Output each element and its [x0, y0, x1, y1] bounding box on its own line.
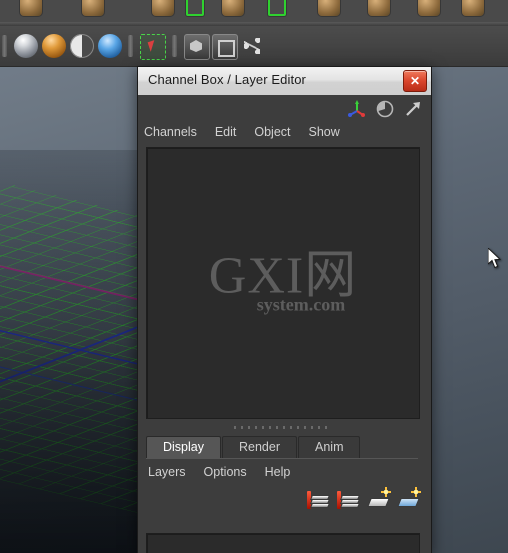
shelf-icon[interactable] [368, 0, 390, 16]
shelf-strip[interactable] [0, 0, 508, 22]
window-title: Channel Box / Layer Editor [148, 72, 306, 87]
layer-toolbar[interactable] [307, 487, 421, 509]
cube-shaded-icon[interactable] [184, 34, 210, 60]
tab-display[interactable]: Display [146, 436, 221, 458]
panel-splitter[interactable] [146, 423, 418, 433]
tab-underline [146, 458, 418, 459]
layer-stack-icon [309, 495, 331, 508]
arrow-up-right-icon[interactable] [403, 99, 423, 119]
shelf-icon[interactable] [318, 0, 340, 16]
sparkle-icon [381, 487, 391, 497]
tab-render[interactable]: Render [222, 436, 297, 458]
cube-wireframe-icon[interactable] [212, 34, 238, 60]
menu-options[interactable]: Options [204, 465, 247, 479]
layer-editor-tabs[interactable]: Display Render Anim [146, 436, 361, 458]
toolbar-drag-handle[interactable] [172, 35, 177, 57]
layer-stack-icon [339, 495, 361, 508]
create-layer-from-selected-icon[interactable] [337, 487, 361, 509]
material-blue-sphere-icon[interactable] [98, 34, 122, 58]
axis-gizmo-icon[interactable] [347, 99, 367, 119]
menu-channels[interactable]: Channels [144, 125, 197, 139]
splitter-grip-icon [234, 426, 330, 429]
close-icon: ✕ [409, 74, 421, 88]
layer-sheet-icon [367, 498, 390, 507]
menu-edit[interactable]: Edit [215, 125, 237, 139]
channel-box-list[interactable]: GXI网 system.com [146, 147, 420, 419]
clock-icon[interactable] [375, 99, 395, 119]
menu-layers[interactable]: Layers [148, 465, 186, 479]
window-body: Channels Edit Object Show GXI网 system.co… [138, 95, 431, 553]
shelf-icon-selected[interactable] [186, 0, 204, 16]
node-graph-icon[interactable] [240, 34, 264, 58]
viewport-shading [0, 150, 150, 553]
menu-object[interactable]: Object [254, 125, 290, 139]
layer-sheet-blue-icon [397, 498, 420, 507]
tab-anim[interactable]: Anim [298, 436, 361, 458]
shelf-icon[interactable] [152, 0, 174, 16]
marquee-select-icon[interactable] [140, 34, 166, 60]
window-titlebar[interactable]: Channel Box / Layer Editor ✕ [138, 67, 431, 96]
material-chrome-sphere-icon[interactable] [14, 34, 38, 58]
shelf-icon[interactable] [418, 0, 440, 16]
material-copper-sphere-icon[interactable] [42, 34, 66, 58]
channel-box-menubar[interactable]: Channels Edit Object Show [144, 125, 340, 139]
sparkle-icon [411, 487, 421, 497]
toolbar-drag-handle[interactable] [128, 35, 133, 57]
new-layer-highlight-icon[interactable] [367, 487, 391, 509]
shelf-icon[interactable] [20, 0, 42, 16]
shelf-icon[interactable] [462, 0, 484, 16]
watermark: GXI网 system.com [208, 247, 358, 316]
menu-show[interactable]: Show [309, 125, 340, 139]
watermark-sub: system.com [256, 294, 346, 315]
shelf-icon[interactable] [82, 0, 104, 16]
layer-list[interactable] [146, 533, 420, 553]
new-layer-blue-highlight-icon[interactable] [397, 487, 421, 509]
app-root: Channel Box / Layer Editor ✕ Channels Ed… [0, 0, 508, 553]
close-button[interactable]: ✕ [403, 70, 427, 92]
toolbar-drag-handle[interactable] [2, 35, 7, 57]
layer-editor-menubar[interactable]: Layers Options Help [148, 465, 290, 479]
create-empty-layer-icon[interactable] [307, 487, 331, 509]
channel-box-icon-row[interactable] [347, 99, 423, 119]
material-half-shaded-icon[interactable] [70, 34, 94, 58]
status-line-toolbar[interactable] [0, 26, 508, 67]
watermark-main: GXI网 [208, 247, 358, 305]
shelf-icon[interactable] [222, 0, 244, 16]
menu-help[interactable]: Help [265, 465, 291, 479]
channel-box-layer-editor-window[interactable]: Channel Box / Layer Editor ✕ Channels Ed… [137, 66, 432, 553]
shelf-icon-selected[interactable] [268, 0, 286, 16]
